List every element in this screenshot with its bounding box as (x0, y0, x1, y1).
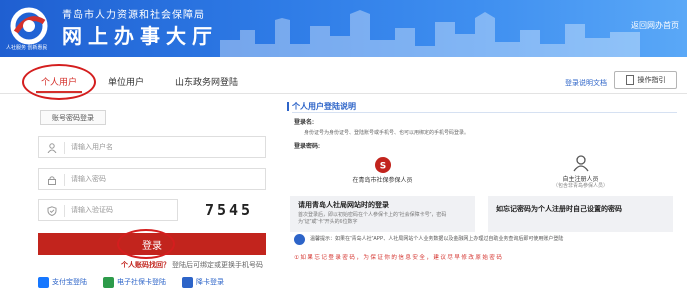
forgot-account-line: 个人账码找回？ 登陆后可绑定或更换手机号码 (121, 260, 263, 270)
user-icon (47, 143, 57, 153)
notice-text: 温馨提示：如果在“青岛人社”APP、人社局网站个人业务数据以及金融网上办理过自助… (310, 236, 564, 242)
city-skyline-image (220, 10, 640, 57)
password-label: 登录密码: (294, 144, 320, 150)
field-separator (64, 142, 65, 154)
annotation-circle-tab (22, 64, 96, 100)
card-social-security-desc-title: 请用青岛人社局网站时的登录 (298, 202, 389, 209)
username-input[interactable] (71, 140, 191, 155)
field-separator (64, 174, 65, 186)
warning-text: ①如果忘记登录密码，为保证你的信息安全，建议尽早修改原始密码 (294, 255, 504, 261)
org-name: 青岛市人力资源和社会保障局 (62, 10, 205, 21)
captcha-field (38, 199, 191, 221)
social-security-logo-icon: S (375, 157, 391, 173)
social-card-login-label: 电子社保卡登陆 (117, 279, 166, 286)
social-card-icon (103, 276, 114, 288)
alternative-logins: 支付宝登陆 电子社保卡登陆 降卡登录 (38, 275, 224, 289)
site-title: 网上办事大厅 (62, 26, 218, 48)
captcha-image[interactable]: 7545 (195, 199, 263, 221)
captcha-input[interactable] (71, 203, 191, 218)
info-title: 个人用户登陆说明 (287, 102, 356, 111)
card-self-registered-desc-title: 如忘记密码为个人注册时自己设置的密码 (496, 206, 622, 213)
social-card-login-link[interactable]: 电子社保卡登陆 (103, 275, 166, 289)
card-social-security-desc-text: 首次登录后，即以初始密码在个人参保卡上的“社会保障卡号”，密码为“证”或“卡”开… (298, 212, 447, 225)
return-home-link[interactable]: 返回网办首页 (631, 20, 679, 31)
card-login-label: 降卡登录 (196, 279, 224, 286)
site-header: 人社服务 创新惠民 青岛市人力资源和社会保障局 网上办事大厅 返回网办首页 (0, 0, 687, 57)
person-icon (573, 155, 589, 172)
notice-icon (294, 234, 305, 245)
operation-guide-button[interactable]: 操作指引 (614, 71, 677, 89)
login-doc-link[interactable]: 登录说明文档 (565, 78, 607, 88)
logo-caption: 人社服务 创新惠民 (6, 45, 48, 51)
card-self-registered-desc: 如忘记密码为个人注册时自己设置的密码 (488, 196, 673, 232)
password-input[interactable] (71, 172, 191, 187)
login-name-desc: 身份证号为身份证号、登陆账号或手机号、也可以用绑定的手机号码登录。 (304, 130, 470, 136)
info-divider (292, 112, 677, 113)
login-name-label: 登录名: (294, 120, 314, 126)
forgot-account-link[interactable]: 个人账码找回？ (121, 262, 170, 269)
card-social-security-desc: 请用青岛人社局网站时的登录 首次登录后，即以初始密码在个人参保卡上的“社会保障卡… (290, 196, 475, 232)
alipay-login-link[interactable]: 支付宝登陆 (38, 275, 87, 289)
tab-password-login[interactable]: 账号密码登录 (40, 110, 106, 125)
alipay-icon (38, 276, 49, 288)
forgot-account-hint: 登陆后可绑定或更换手机号码 (171, 262, 263, 269)
hrss-logo-icon (10, 7, 48, 45)
card-login-icon (182, 276, 193, 288)
operation-guide-label: 操作指引 (637, 77, 666, 84)
alipay-login-label: 支付宝登陆 (52, 279, 87, 286)
tab-company-user[interactable]: 单位用户 (108, 75, 144, 88)
card-social-security: S 在青岛市社保参保人员 (290, 152, 475, 194)
card-social-security-caption: 在青岛市社保参保人员 (352, 178, 413, 184)
lock-icon (48, 176, 56, 185)
shield-icon (47, 206, 57, 216)
card-self-registered: 自主注册人员 （包含非青岛参保人员） (488, 152, 673, 194)
annotation-circle-login (117, 229, 175, 259)
password-field (38, 168, 266, 190)
card-login-link[interactable]: 降卡登录 (182, 275, 224, 289)
card-self-registered-subcaption: （包含非青岛参保人员） (552, 183, 608, 189)
tab-shandong-gov-login[interactable]: 山东政务网登陆 (175, 75, 238, 88)
svg-text:S: S (380, 162, 386, 172)
field-separator (64, 205, 65, 217)
username-field (38, 136, 266, 158)
document-icon (625, 75, 634, 85)
